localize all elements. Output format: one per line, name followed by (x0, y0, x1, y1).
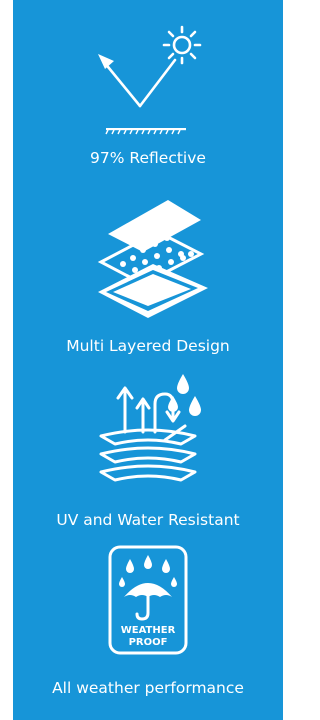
feature-weather-proof: WEATHER PROOF (13, 545, 283, 657)
feature-layers (13, 192, 283, 322)
feature-label-layers: Multi Layered Design (66, 337, 230, 355)
uv-water-resistant-icon (99, 374, 201, 482)
feature-reflective (13, 20, 283, 140)
weather-proof-badge-icon: WEATHER PROOF (108, 545, 188, 655)
feature-label-reflective: 97% Reflective (90, 149, 206, 167)
feature-label-weather: All weather performance (52, 679, 244, 697)
layers-icon (97, 200, 208, 318)
badge-text-proof: PROOF (129, 637, 168, 648)
features-panel: 97% Reflective Multi Layered Design UV a… (13, 0, 283, 720)
feature-label-uv-water: UV and Water Resistant (56, 511, 240, 529)
sun-reflection-icon (98, 25, 202, 135)
feature-uv-water (13, 370, 283, 500)
badge-text-weather: WEATHER (121, 625, 176, 636)
